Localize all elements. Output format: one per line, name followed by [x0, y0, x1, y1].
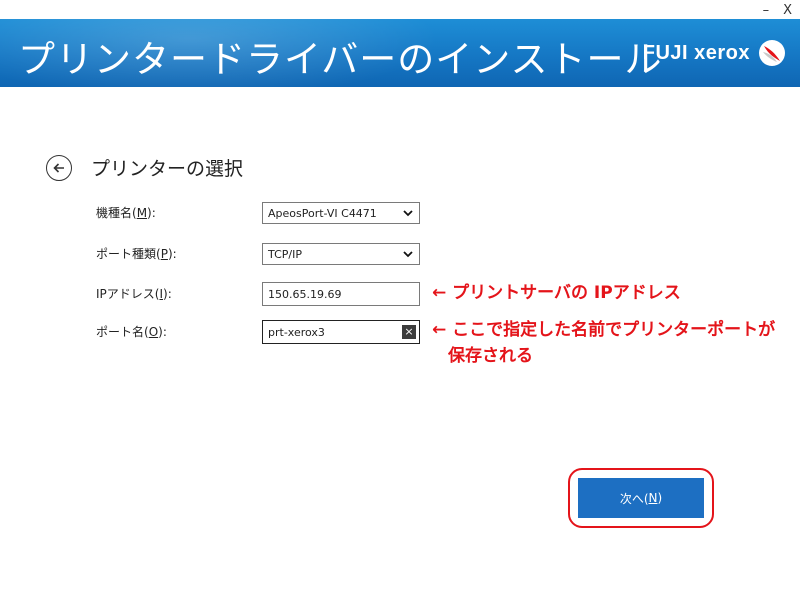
port-type-select[interactable]: TCP/IP: [262, 243, 420, 265]
ip-address-input[interactable]: 150.65.19.69: [262, 282, 420, 306]
ip-address-label: IPアドレス(I):: [96, 287, 172, 301]
chevron-down-icon: [403, 210, 413, 217]
model-select[interactable]: ApeosPort-VI C4471: [262, 202, 420, 224]
next-button[interactable]: 次へ(N): [578, 478, 704, 518]
arrow-left-icon: [53, 163, 64, 173]
port-name-value: prt-xerox3: [268, 325, 325, 339]
port-annotation-line1: ← ここで指定した名前でプリンターポートが: [432, 320, 776, 340]
model-select-value: ApeosPort-VI C4471: [268, 206, 377, 220]
fuji-xerox-logo-icon: [759, 40, 785, 66]
brand: FUJI xerox: [643, 39, 786, 67]
port-name-label: ポート名(O):: [96, 325, 167, 339]
close-button[interactable]: X: [783, 3, 792, 18]
port-type-label: ポート種類(P):: [96, 247, 177, 261]
clear-icon[interactable]: ×: [402, 325, 416, 339]
ip-address-value: 150.65.19.69: [268, 287, 342, 301]
model-label: 機種名(M):: [96, 206, 156, 220]
window-controls: – X: [763, 0, 792, 20]
port-annotation-line2: 保存される: [448, 346, 533, 366]
minimize-button[interactable]: –: [763, 3, 770, 18]
chevron-down-icon: [403, 251, 413, 258]
back-button[interactable]: [46, 155, 72, 181]
page-header-title: プリンタードライバーのインストール: [18, 38, 663, 81]
port-type-select-value: TCP/IP: [268, 247, 302, 261]
brand-name: FUJI xerox: [642, 41, 750, 64]
port-name-input[interactable]: prt-xerox3 ×: [262, 320, 420, 344]
header-banner: プリンタードライバーのインストール FUJI xerox: [0, 19, 800, 87]
section-title: プリンターの選択: [91, 158, 244, 180]
ip-annotation: ← プリントサーバの IPアドレス: [432, 283, 681, 303]
